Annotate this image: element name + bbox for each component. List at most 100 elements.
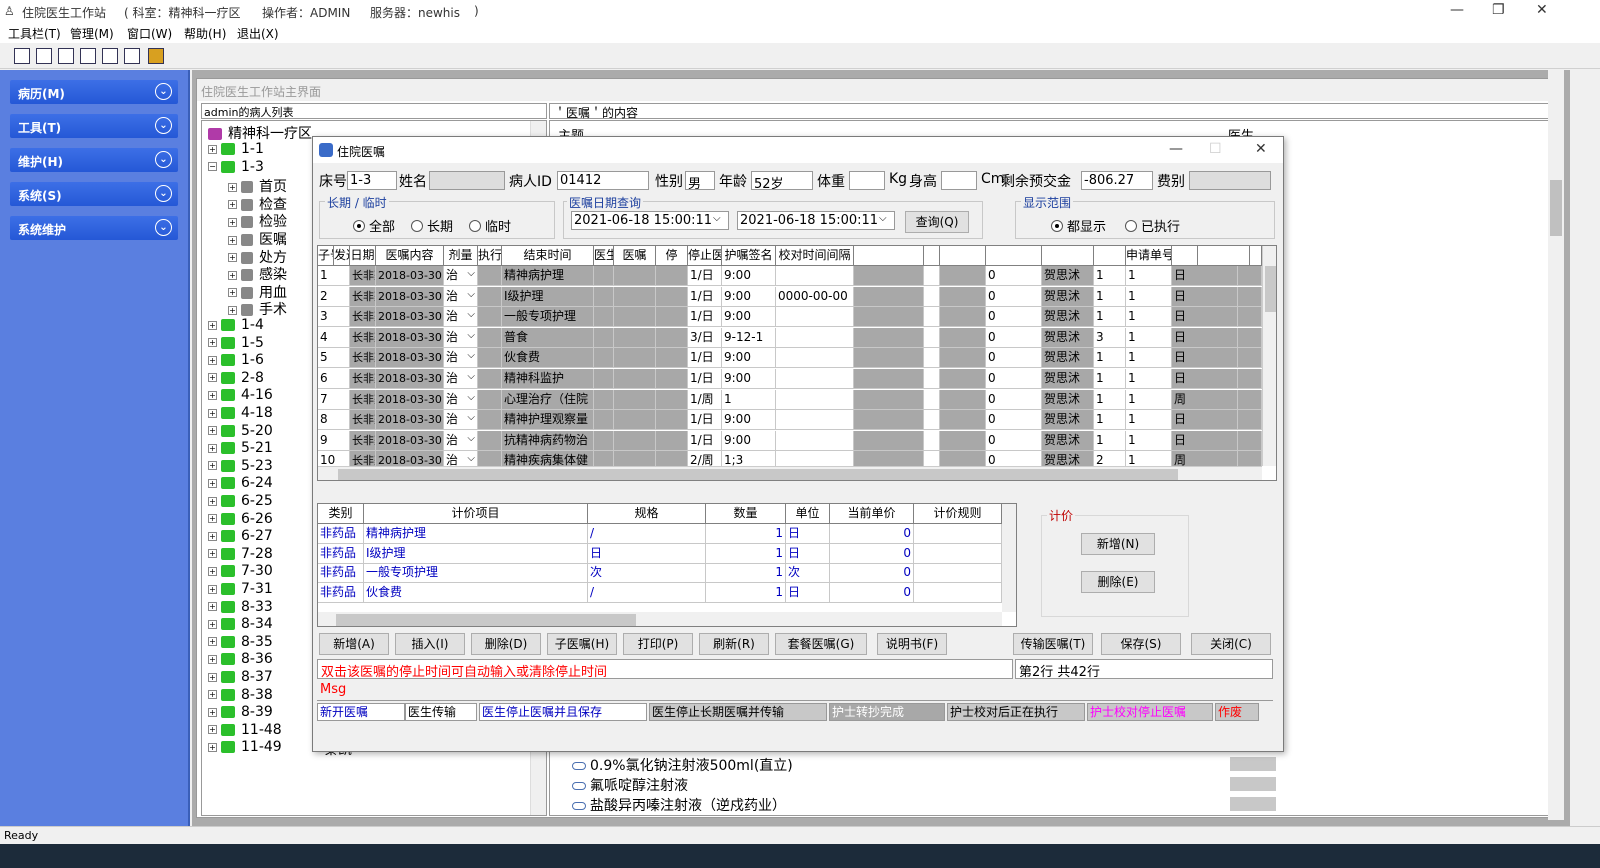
pid-field[interactable]: 01412 [557, 171, 649, 190]
pricing-hscroll[interactable] [318, 612, 1002, 626]
grid-cell[interactable]: 一般专项护理 [502, 307, 594, 328]
grid-header[interactable] [1250, 246, 1262, 266]
grid-cell[interactable]: 0 [986, 327, 1042, 348]
grid-cell[interactable]: 1/日 [688, 266, 722, 286]
radio-show-all[interactable]: 都显示 [1051, 216, 1106, 235]
grid-cell[interactable] [854, 389, 924, 410]
grid-cell[interactable] [776, 389, 854, 410]
grid-cell[interactable]: 1 [1126, 389, 1172, 410]
menu-manage[interactable]: 管理(M) [70, 25, 114, 42]
grid-header[interactable]: 医嘱 [614, 246, 656, 266]
grid-cell[interactable] [594, 410, 614, 431]
window-icon[interactable] [58, 48, 74, 64]
expand-icon[interactable]: + [208, 725, 217, 735]
grid-cell[interactable]: 2018-03-30 [376, 430, 444, 451]
grid-cell[interactable]: 日 [1172, 286, 1238, 307]
pricing-cell[interactable]: 次 [588, 563, 706, 584]
grid-cell[interactable]: 8 [318, 410, 350, 431]
grid-cell[interactable]: 0000-00-00 [776, 286, 854, 307]
weight-field[interactable] [849, 171, 885, 190]
grid-cell[interactable] [614, 410, 656, 431]
grid-cell[interactable] [776, 307, 854, 328]
expand-icon[interactable]: + [208, 373, 217, 383]
tree-bed-item[interactable]: +6-27孟组 [208, 528, 352, 547]
grid-cell[interactable] [1238, 348, 1262, 369]
grid-cell[interactable]: 贺思沭 [1042, 266, 1094, 286]
drug-item[interactable]: 0.9%氯化钠注射液500ml(直立) [572, 755, 793, 775]
expand-icon[interactable]: + [228, 217, 237, 227]
expand-icon[interactable]: + [208, 478, 217, 488]
grid-cell[interactable]: 3/日 [688, 327, 722, 348]
grid-cell[interactable] [656, 389, 688, 410]
tree-bed-item[interactable]: +8-36吴鸟 [208, 651, 352, 670]
grid-cell[interactable] [656, 286, 688, 307]
expand-icon[interactable]: + [208, 408, 217, 418]
grid-cell[interactable] [776, 266, 854, 286]
order-type-cell[interactable]: 长非药 [350, 266, 376, 286]
grid-cell[interactable] [614, 286, 656, 307]
pricing-cell[interactable]: 日 [786, 582, 830, 603]
minimize-icon[interactable]: — [1450, 2, 1464, 18]
grid-cell[interactable]: 1 [1126, 286, 1172, 307]
menu-toolbar[interactable]: 工具栏(T) [8, 25, 61, 42]
grid-cell[interactable]: 治 [444, 348, 478, 369]
pricing-header[interactable]: 类别 [318, 504, 364, 524]
expand-icon[interactable]: + [208, 707, 217, 717]
grid-cell[interactable]: 1 [1126, 348, 1172, 369]
expand-icon[interactable]: + [228, 235, 237, 245]
drug-item[interactable]: 盐酸异丙嗪注射液（逆戍药业） [572, 795, 786, 815]
radio-executed[interactable]: 已执行 [1125, 216, 1180, 235]
minimize-icon[interactable]: — [1169, 141, 1183, 157]
grid-cell[interactable] [854, 430, 924, 451]
pricing-add-button[interactable]: 新增(N) [1081, 533, 1155, 555]
order-type-cell[interactable]: 长非药 [350, 410, 376, 431]
grid-cell[interactable] [776, 369, 854, 389]
grid-cell[interactable]: 9:00 [722, 369, 776, 389]
grid-cell[interactable] [924, 286, 940, 307]
delete-button[interactable]: 删除(D) [471, 633, 541, 655]
grid-cell[interactable]: 0 [986, 430, 1042, 451]
grid-cell[interactable] [924, 389, 940, 410]
tree-bed-item[interactable]: +11-48陈滑 [208, 722, 352, 741]
expand-icon[interactable]: + [208, 619, 217, 629]
grid-cell[interactable] [940, 286, 986, 307]
grid-cell[interactable]: 1 [1126, 430, 1172, 451]
tree-root[interactable]: 精神科一疗区 [208, 123, 312, 142]
grid-cell[interactable] [478, 307, 502, 328]
grid-cell[interactable]: 0 [986, 410, 1042, 431]
grid-cell[interactable] [1238, 410, 1262, 431]
pricing-cell[interactable]: I级护理 [364, 543, 588, 564]
expand-icon[interactable]: + [228, 305, 237, 315]
cascade-icon[interactable] [36, 48, 52, 64]
grid-cell[interactable]: 2018-03-30 [376, 327, 444, 348]
order-type-cell[interactable]: 长非药 [350, 286, 376, 307]
grid-cell[interactable] [478, 410, 502, 431]
grid-cell[interactable]: 1 [1126, 410, 1172, 431]
grid-header[interactable]: 医生说明 [594, 246, 614, 266]
restore-icon[interactable]: ❐ [1492, 2, 1505, 18]
grid-cell[interactable]: 精神病护理 [502, 266, 594, 286]
insert-button[interactable]: 插入(I) [395, 633, 465, 655]
order-type-cell[interactable]: 长非药 [350, 307, 376, 328]
grid-cell[interactable] [940, 266, 986, 286]
expand-icon[interactable]: + [208, 426, 217, 436]
grid-cell[interactable]: 抗精神病药物治 [502, 430, 594, 451]
package-order-button[interactable]: 套餐医嘱(G) [775, 633, 867, 655]
radio-temp[interactable]: 临时 [469, 216, 511, 235]
expand-icon[interactable]: + [228, 200, 237, 210]
grid-cell[interactable] [924, 369, 940, 389]
tree-bed-item[interactable]: +5-23赵修 [208, 458, 352, 477]
grid-cell[interactable]: 日 [1172, 369, 1238, 389]
grid-cell[interactable]: 1 [1094, 389, 1126, 410]
grid-cell[interactable] [478, 327, 502, 348]
pricing-cell[interactable]: / [588, 582, 706, 603]
pricing-cell[interactable]: 伙食费 [364, 582, 588, 603]
grid-cell[interactable]: 1 [1126, 369, 1172, 389]
grid-cell[interactable]: 1 [722, 389, 776, 410]
grid-cell[interactable] [924, 307, 940, 328]
close-button[interactable]: 关闭(C) [1191, 633, 1271, 655]
grid-cell[interactable] [924, 348, 940, 369]
pricing-cell[interactable]: 1 [706, 563, 786, 584]
query-button[interactable]: 查询(Q) [905, 211, 969, 233]
tree-bed-item[interactable]: +7-31高才 [208, 581, 352, 600]
